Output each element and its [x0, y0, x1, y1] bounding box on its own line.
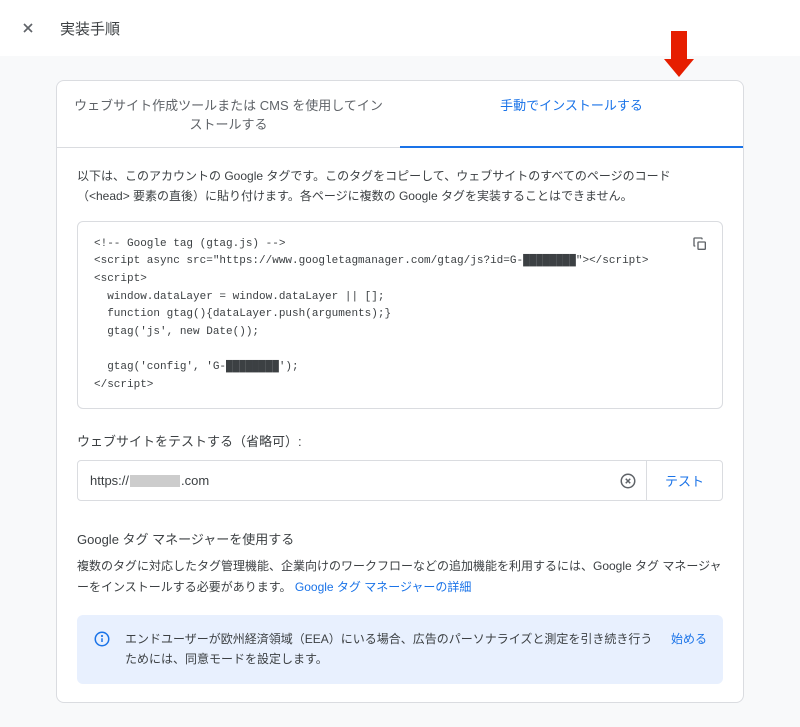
gtm-description: 複数のタグに対応したタグ管理機能、企業向けのワークフローなどの追加機能を利用する… — [77, 556, 723, 597]
url-input[interactable]: https://.com — [78, 463, 610, 498]
tab-cms-install[interactable]: ウェブサイト作成ツールまたは CMS を使用してインストールする — [57, 81, 400, 147]
consent-start-link[interactable]: 始める — [671, 630, 707, 647]
card-body: 以下は、このアカウントの Google タグです。このタグをコピーして、ウェブサ… — [57, 148, 743, 702]
code-block: <!-- Google tag (gtag.js) --> <script as… — [77, 221, 723, 409]
content-area: ウェブサイト作成ツールまたは CMS を使用してインストールする 手動でインスト… — [0, 56, 800, 727]
consent-banner-text: エンドユーザーが欧州経済領域（EEA）にいる場合、広告のパーソナライズと測定を引… — [125, 629, 657, 670]
main-card: ウェブサイト作成ツールまたは CMS を使用してインストールする 手動でインスト… — [56, 80, 744, 703]
copy-icon — [692, 236, 708, 252]
consent-info-banner: エンドユーザーが欧州経済領域（EEA）にいる場合、広告のパーソナライズと測定を引… — [77, 615, 723, 684]
test-section-title: ウェブサイトをテストする（省略可）: — [77, 431, 723, 450]
dialog-title: 実装手順 — [60, 18, 120, 39]
gtm-section: Google タグ マネージャーを使用する 複数のタグに対応したタグ管理機能、企… — [77, 529, 723, 597]
clear-input-button[interactable] — [610, 472, 646, 490]
test-input-row: https://.com テスト — [77, 460, 723, 501]
instructions-text: 以下は、このアカウントの Google タグです。このタグをコピーして、ウェブサ… — [77, 166, 723, 207]
copy-button[interactable] — [688, 232, 712, 256]
close-icon — [20, 20, 36, 36]
test-button[interactable]: テスト — [646, 461, 722, 500]
redacted-domain — [130, 475, 180, 487]
tab-manual-install[interactable]: 手動でインストールする — [400, 81, 743, 147]
close-button[interactable] — [16, 16, 40, 40]
gtm-title: Google タグ マネージャーを使用する — [77, 529, 723, 548]
tabs-bar: ウェブサイト作成ツールまたは CMS を使用してインストールする 手動でインスト… — [57, 81, 743, 148]
code-snippet[interactable]: <!-- Google tag (gtag.js) --> <script as… — [94, 236, 706, 394]
gtm-details-link[interactable]: Google タグ マネージャーの詳細 — [295, 580, 472, 594]
clear-icon — [619, 472, 637, 490]
info-icon — [93, 630, 111, 653]
